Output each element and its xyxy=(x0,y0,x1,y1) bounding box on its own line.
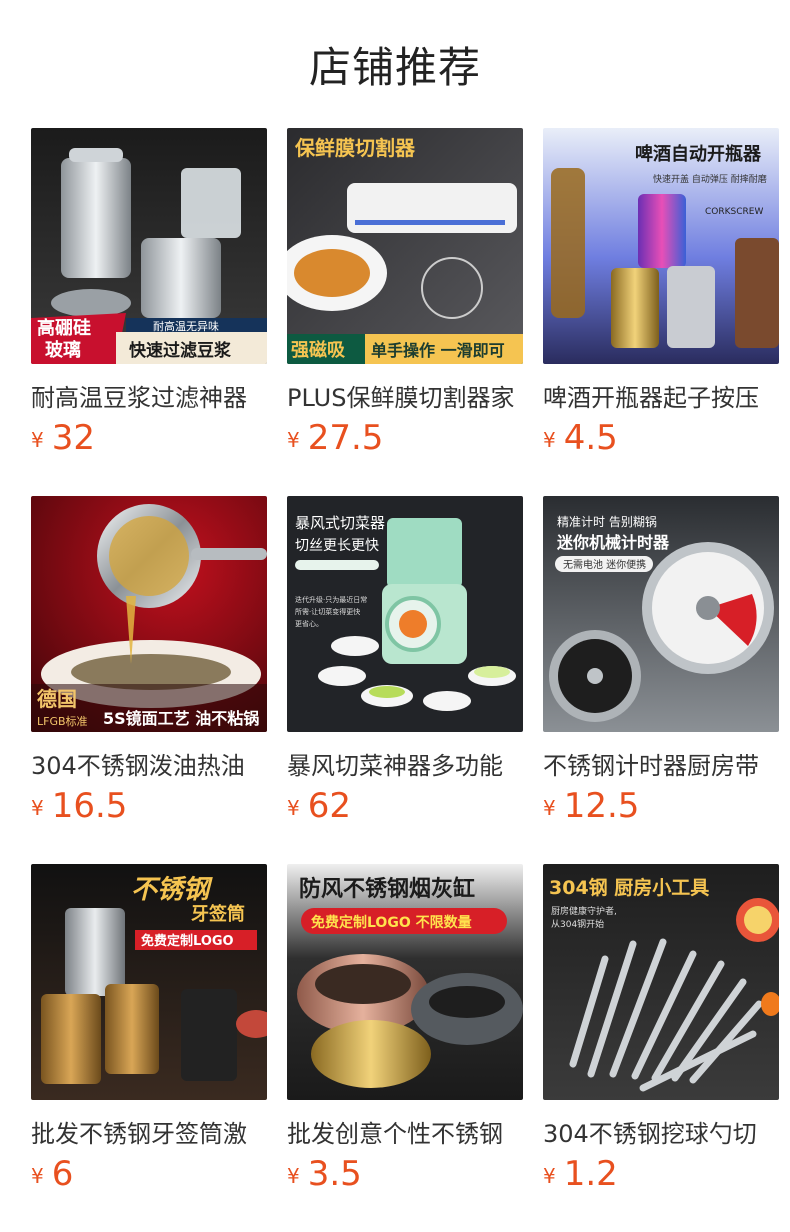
image-text: 迭代升级·只为最近日常 xyxy=(295,595,367,604)
product-price: ¥3.5 xyxy=(287,1154,362,1194)
product-name[interactable]: 批发不锈钢牙签筒激 xyxy=(31,1114,267,1149)
image-text: 暴风式切菜器 xyxy=(295,514,385,532)
product-card[interactable]: 防风不锈钢烟灰缸 免费定制LOGO 不限数量 批发创意个性不锈钢 ¥3.5 xyxy=(287,864,523,1194)
product-image[interactable]: 啤酒自动开瓶器 快速开盖 自动弹压 耐摔耐磨 CORKSCREW xyxy=(543,128,779,364)
product-name[interactable]: 批发创意个性不锈钢 xyxy=(287,1114,523,1149)
image-text: 无需电池 迷你便携 xyxy=(563,558,646,571)
product-image[interactable]: 德国 LFGB标准 5S镜面工艺 油不粘锅 xyxy=(31,496,267,732)
price-value: 62 xyxy=(307,786,351,826)
image-text: CORKSCREW xyxy=(705,207,763,217)
currency-symbol: ¥ xyxy=(287,1164,300,1188)
product-image[interactable]: 精准计时 告别糊锅 迷你机械计时器 无需电池 迷你便携 xyxy=(543,496,779,732)
product-price: ¥62 xyxy=(287,786,351,826)
currency-symbol: ¥ xyxy=(543,796,556,820)
image-text: 迷你机械计时器 xyxy=(556,533,670,552)
product-name[interactable]: 暴风切菜神器多功能 xyxy=(287,746,523,781)
product-price: ¥16.5 xyxy=(31,786,127,826)
image-text: 耐高温无异味 xyxy=(153,319,219,333)
image-text: 5S镜面工艺 油不粘锅 xyxy=(103,709,259,728)
currency-symbol: ¥ xyxy=(543,1164,556,1188)
currency-symbol: ¥ xyxy=(31,428,44,452)
image-text: 免费定制LOGO xyxy=(141,933,234,949)
currency-symbol: ¥ xyxy=(287,796,300,820)
product-name[interactable]: 不锈钢计时器厨房带 xyxy=(543,746,779,781)
image-text: 快速开盖 自动弹压 耐摔耐磨 xyxy=(653,173,767,185)
image-text: 防风不锈钢烟灰缸 xyxy=(299,876,475,902)
image-text: 更省心。 xyxy=(295,619,323,628)
price-value: 27.5 xyxy=(307,418,384,458)
product-price: ¥32 xyxy=(31,418,95,458)
image-text: 保鲜膜切割器 xyxy=(294,136,416,160)
currency-symbol: ¥ xyxy=(31,796,44,820)
image-text: 切丝更长更快 xyxy=(295,538,379,554)
product-card[interactable]: 保鲜膜切割器 强磁吸 单手操作 一滑即可 PLUS保鲜膜切割器家 ¥27.5 xyxy=(287,128,523,458)
product-price: ¥1.2 xyxy=(543,1154,618,1194)
price-value: 4.5 xyxy=(563,418,618,458)
product-image[interactable]: 保鲜膜切割器 强磁吸 单手操作 一滑即可 xyxy=(287,128,523,364)
product-card[interactable]: 暴风式切菜器 切丝更长更快 迭代升级·只为最近日常 所需·让切菜变得更快 更省心… xyxy=(287,496,523,826)
image-text: 牙签筒 xyxy=(191,903,245,925)
product-price: ¥27.5 xyxy=(287,418,383,458)
image-text: 高硼硅 xyxy=(37,317,91,339)
image-text: 不锈钢 xyxy=(131,875,213,905)
product-name[interactable]: PLUS保鲜膜切割器家 xyxy=(287,378,523,413)
image-text: 厨房健康守护者, xyxy=(551,905,617,917)
product-price: ¥12.5 xyxy=(543,786,639,826)
product-card[interactable]: 啤酒自动开瓶器 快速开盖 自动弹压 耐摔耐磨 CORKSCREW 啤酒开瓶器起子… xyxy=(543,128,779,458)
product-image[interactable]: 高硼硅 玻璃 耐高温无异味 快速过滤豆浆 xyxy=(31,128,267,364)
price-value: 32 xyxy=(51,418,95,458)
image-text: 啤酒自动开瓶器 xyxy=(635,143,762,165)
image-text: 德国 xyxy=(37,687,77,711)
image-text: 所需·让切菜变得更快 xyxy=(295,607,360,616)
product-name[interactable]: 啤酒开瓶器起子按压 xyxy=(543,378,779,413)
product-name[interactable]: 304不锈钢挖球勺切 xyxy=(543,1114,779,1149)
product-card[interactable]: 不锈钢 牙签筒 免费定制LOGO 批发不锈钢牙签筒激 ¥6 xyxy=(31,864,267,1194)
image-text: 强磁吸 xyxy=(291,339,346,361)
product-image[interactable]: 暴风式切菜器 切丝更长更快 迭代升级·只为最近日常 所需·让切菜变得更快 更省心… xyxy=(287,496,523,732)
price-value: 1.2 xyxy=(563,1154,618,1194)
price-value: 16.5 xyxy=(51,786,128,826)
currency-symbol: ¥ xyxy=(31,1164,44,1188)
image-text: 玻璃 xyxy=(45,339,81,361)
product-card[interactable]: 高硼硅 玻璃 耐高温无异味 快速过滤豆浆 耐高温豆浆过滤神器 ¥32 xyxy=(31,128,267,458)
price-value: 6 xyxy=(51,1154,74,1194)
product-card[interactable]: 德国 LFGB标准 5S镜面工艺 油不粘锅 304不锈钢泼油热油 ¥16.5 xyxy=(31,496,267,826)
image-text: 从304钢开始 xyxy=(551,918,604,930)
product-card[interactable]: 304钢 厨房小工具 厨房健康守护者, 从304钢开始 304不锈钢挖球勺切 ¥… xyxy=(543,864,779,1194)
image-text: 单手操作 一滑即可 xyxy=(371,341,505,360)
product-image[interactable]: 不锈钢 牙签筒 免费定制LOGO xyxy=(31,864,267,1100)
product-card[interactable]: 精准计时 告别糊锅 迷你机械计时器 无需电池 迷你便携 不锈钢计时器厨房带 ¥1… xyxy=(543,496,779,826)
currency-symbol: ¥ xyxy=(543,428,556,452)
product-image[interactable]: 304钢 厨房小工具 厨房健康守护者, 从304钢开始 xyxy=(543,864,779,1100)
product-image[interactable]: 防风不锈钢烟灰缸 免费定制LOGO 不限数量 xyxy=(287,864,523,1100)
product-price: ¥4.5 xyxy=(543,418,618,458)
image-text: LFGB标准 xyxy=(37,714,88,728)
currency-symbol: ¥ xyxy=(287,428,300,452)
product-name[interactable]: 耐高温豆浆过滤神器 xyxy=(31,378,267,413)
image-text: 精准计时 告别糊锅 xyxy=(557,514,657,529)
image-text: 快速过滤豆浆 xyxy=(129,340,232,361)
image-text: 304钢 厨房小工具 xyxy=(549,876,709,899)
image-text: 免费定制LOGO 不限数量 xyxy=(311,914,472,931)
price-value: 12.5 xyxy=(563,786,640,826)
price-value: 3.5 xyxy=(307,1154,362,1194)
product-name[interactable]: 304不锈钢泼油热油 xyxy=(31,746,267,781)
product-price: ¥6 xyxy=(31,1154,73,1194)
page-title: 店铺推荐 xyxy=(308,43,481,92)
